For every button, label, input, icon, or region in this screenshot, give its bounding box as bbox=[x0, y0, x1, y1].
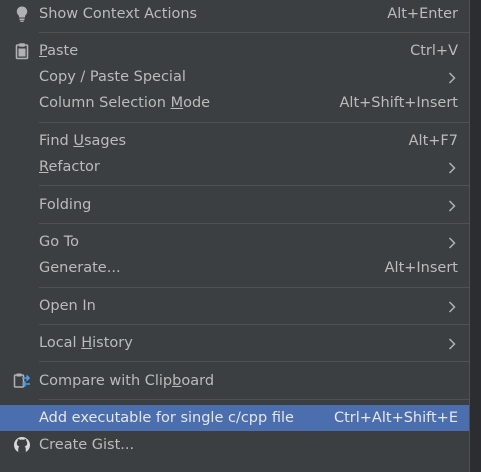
menu-item-column-selection-mode[interactable]: Column Selection Mode Alt+Shift+Insert bbox=[0, 90, 469, 116]
menu-item-shortcut: Alt+F7 bbox=[408, 133, 458, 149]
menu-item-label: Show Context Actions bbox=[39, 6, 198, 22]
menu-item-label: Open In bbox=[39, 298, 96, 314]
menu-item-generate[interactable]: Generate... Alt+Insert bbox=[0, 255, 469, 281]
menu-item-label: Copy / Paste Special bbox=[39, 69, 186, 85]
menu-item-compare-with-clipboard[interactable]: Compare with Clipboard bbox=[0, 368, 469, 394]
menu-item-shortcut: Alt+Insert bbox=[384, 260, 458, 276]
menu-item-shortcut: Alt+Shift+Insert bbox=[339, 95, 458, 111]
editor-context-menu: Show Context Actions Alt+Enter Paste Ctr… bbox=[0, 0, 470, 472]
menu-item-label: Generate... bbox=[39, 260, 121, 276]
menu-item-open-in[interactable]: Open In bbox=[0, 293, 469, 319]
chevron-right-icon bbox=[447, 198, 457, 212]
menu-item-label: Column Selection Mode bbox=[39, 95, 211, 111]
lightbulb-icon bbox=[13, 5, 31, 23]
menu-item-folding[interactable]: Folding bbox=[0, 192, 469, 218]
menu-item-paste[interactable]: Paste Ctrl+V bbox=[0, 38, 469, 64]
chevron-right-icon bbox=[447, 235, 457, 249]
menu-item-label: Folding bbox=[39, 197, 92, 213]
menu-item-create-gist[interactable]: Create Gist... bbox=[0, 432, 469, 458]
menu-separator bbox=[39, 185, 469, 186]
menu-item-shortcut: Alt+Enter bbox=[387, 6, 458, 22]
menu-item-local-history[interactable]: Local History bbox=[0, 330, 469, 356]
menu-item-refactor[interactable]: Refactor bbox=[0, 154, 469, 180]
menu-item-copy-paste-special[interactable]: Copy / Paste Special bbox=[0, 64, 469, 90]
chevron-right-icon bbox=[447, 299, 457, 313]
menu-separator bbox=[39, 324, 469, 325]
chevron-right-icon bbox=[447, 160, 457, 174]
menu-item-label: Find Usages bbox=[39, 133, 127, 149]
menu-item-shortcut: Ctrl+Alt+Shift+E bbox=[333, 410, 458, 426]
menu-item-go-to[interactable]: Go To bbox=[0, 229, 469, 255]
menu-separator bbox=[39, 361, 469, 362]
menu-separator bbox=[39, 399, 469, 400]
menu-item-label: Local History bbox=[39, 335, 133, 351]
clipboard-icon bbox=[13, 42, 31, 60]
menu-item-label: Refactor bbox=[39, 159, 100, 175]
menu-item-label: Go To bbox=[39, 234, 79, 250]
menu-item-label: Create Gist... bbox=[39, 437, 135, 453]
menu-item-label: Paste bbox=[39, 43, 79, 59]
editor-background bbox=[470, 0, 481, 472]
menu-item-find-usages[interactable]: Find Usages Alt+F7 bbox=[0, 128, 469, 154]
menu-separator bbox=[39, 32, 469, 33]
github-icon bbox=[13, 436, 31, 454]
menu-item-label: Compare with Clipboard bbox=[39, 373, 215, 389]
chevron-right-icon bbox=[447, 70, 457, 84]
chevron-right-icon bbox=[447, 336, 457, 350]
menu-item-show-context-actions[interactable]: Show Context Actions Alt+Enter bbox=[0, 1, 469, 27]
menu-item-shortcut: Ctrl+V bbox=[410, 43, 458, 59]
menu-separator bbox=[39, 122, 469, 123]
compare-clipboard-icon bbox=[13, 372, 31, 390]
menu-item-add-executable[interactable]: Add executable for single c/cpp file Ctr… bbox=[0, 405, 469, 431]
menu-separator bbox=[39, 223, 469, 224]
menu-separator bbox=[39, 287, 469, 288]
menu-item-label: Add executable for single c/cpp file bbox=[39, 410, 294, 426]
